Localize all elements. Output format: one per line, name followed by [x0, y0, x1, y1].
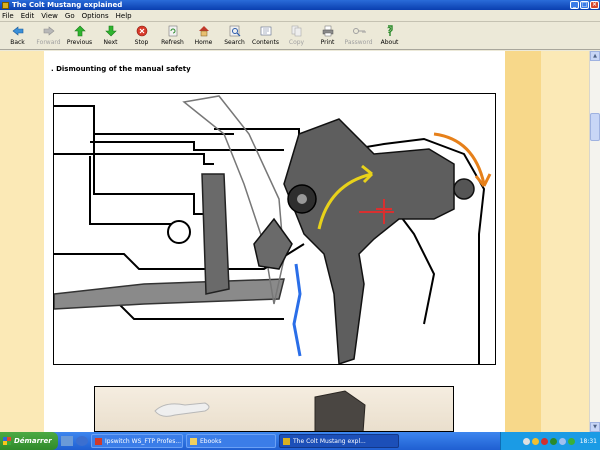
forward-button[interactable]: Forward — [33, 22, 64, 50]
up-arrow-icon — [73, 25, 87, 37]
task-ebooks[interactable]: Ebooks — [186, 434, 276, 448]
previous-button[interactable]: Previous — [64, 22, 95, 50]
taskbar: Démarrer Ipswitch WS_FTP Profes... Ebook… — [0, 432, 600, 450]
home-button[interactable]: Home — [188, 22, 219, 50]
quicklaunch-desktop-icon[interactable] — [61, 436, 73, 446]
refresh-button[interactable]: Refresh — [157, 22, 188, 50]
task-ipswitch[interactable]: Ipswitch WS_FTP Profes... — [91, 434, 183, 448]
stop-icon — [135, 25, 149, 37]
menu-go[interactable]: Go — [65, 12, 75, 20]
scroll-thumb[interactable] — [590, 113, 600, 141]
quicklaunch-browser-icon[interactable] — [76, 436, 88, 446]
about-button[interactable]: ? About — [374, 22, 405, 50]
left-margin — [0, 51, 44, 432]
back-button[interactable]: Back — [2, 22, 33, 50]
maximize-button[interactable]: □ — [580, 1, 589, 9]
print-icon — [321, 25, 335, 37]
tray-network-icon[interactable] — [522, 437, 530, 445]
search-icon — [228, 25, 242, 37]
password-button[interactable]: Password — [343, 22, 374, 50]
task-colt-mustang[interactable]: The Colt Mustang expl... — [279, 434, 399, 448]
forward-arrow-icon — [42, 25, 56, 37]
svg-text:?: ? — [387, 26, 392, 35]
section-heading: . Dismounting of the manual safety — [51, 65, 191, 73]
menu-options[interactable]: Options — [82, 12, 109, 20]
next-button[interactable]: Next — [95, 22, 126, 50]
app-icon — [2, 1, 9, 9]
tray-antivirus-icon[interactable] — [540, 437, 548, 445]
ftp-app-icon — [95, 437, 102, 445]
tray-shield-icon[interactable] — [549, 437, 557, 445]
copy-button[interactable]: Copy — [281, 22, 312, 50]
home-icon — [197, 25, 211, 37]
scroll-down-icon[interactable]: ▼ — [590, 422, 600, 432]
window-title: The Colt Mustang explained — [12, 1, 123, 9]
menu-edit[interactable]: Edit — [21, 12, 35, 20]
title-bar: The Colt Mustang explained _ □ × — [0, 0, 600, 10]
right-accent-band — [505, 51, 541, 432]
stop-button[interactable]: Stop — [126, 22, 157, 50]
safety-photo — [94, 386, 454, 432]
scroll-up-icon[interactable]: ▲ — [590, 51, 600, 61]
vertical-scrollbar[interactable]: ▲ ▼ — [589, 51, 600, 432]
menu-view[interactable]: View — [41, 12, 58, 20]
document-page: . Dismounting of the manual safety — [44, 51, 505, 432]
tray-update-icon[interactable] — [531, 437, 539, 445]
start-button[interactable]: Démarrer — [0, 432, 58, 450]
copy-icon — [290, 25, 304, 37]
clock: 18:31 — [579, 437, 597, 445]
system-tray: 18:31 — [500, 432, 600, 450]
minimize-button[interactable]: _ — [570, 1, 579, 9]
toolbar: Back Forward Previous Next Stop Refresh — [0, 22, 600, 50]
folder-icon — [190, 437, 197, 445]
menu-bar: File Edit View Go Options Help — [0, 10, 600, 22]
contents-button[interactable]: Contents — [250, 22, 281, 50]
key-icon — [352, 25, 366, 37]
windows-flag-icon — [3, 437, 11, 445]
about-icon: ? — [383, 25, 397, 37]
contents-icon — [259, 25, 273, 37]
safety-diagram-figure — [53, 93, 496, 365]
menu-help[interactable]: Help — [116, 12, 132, 20]
print-button[interactable]: Print — [312, 22, 343, 50]
refresh-icon — [166, 25, 180, 37]
tray-volume-icon[interactable] — [558, 437, 566, 445]
down-arrow-icon — [104, 25, 118, 37]
menu-file[interactable]: File — [2, 12, 14, 20]
close-button[interactable]: × — [590, 1, 599, 9]
safety-photo-image — [154, 390, 366, 431]
search-button[interactable]: Search — [219, 22, 250, 50]
ebook-app-icon — [283, 437, 290, 445]
right-margin — [541, 51, 589, 432]
content-viewport: . Dismounting of the manual safety — [0, 51, 589, 432]
tray-messenger-icon[interactable] — [567, 437, 575, 445]
safety-diagram — [54, 95, 492, 364]
back-arrow-icon — [11, 25, 25, 37]
